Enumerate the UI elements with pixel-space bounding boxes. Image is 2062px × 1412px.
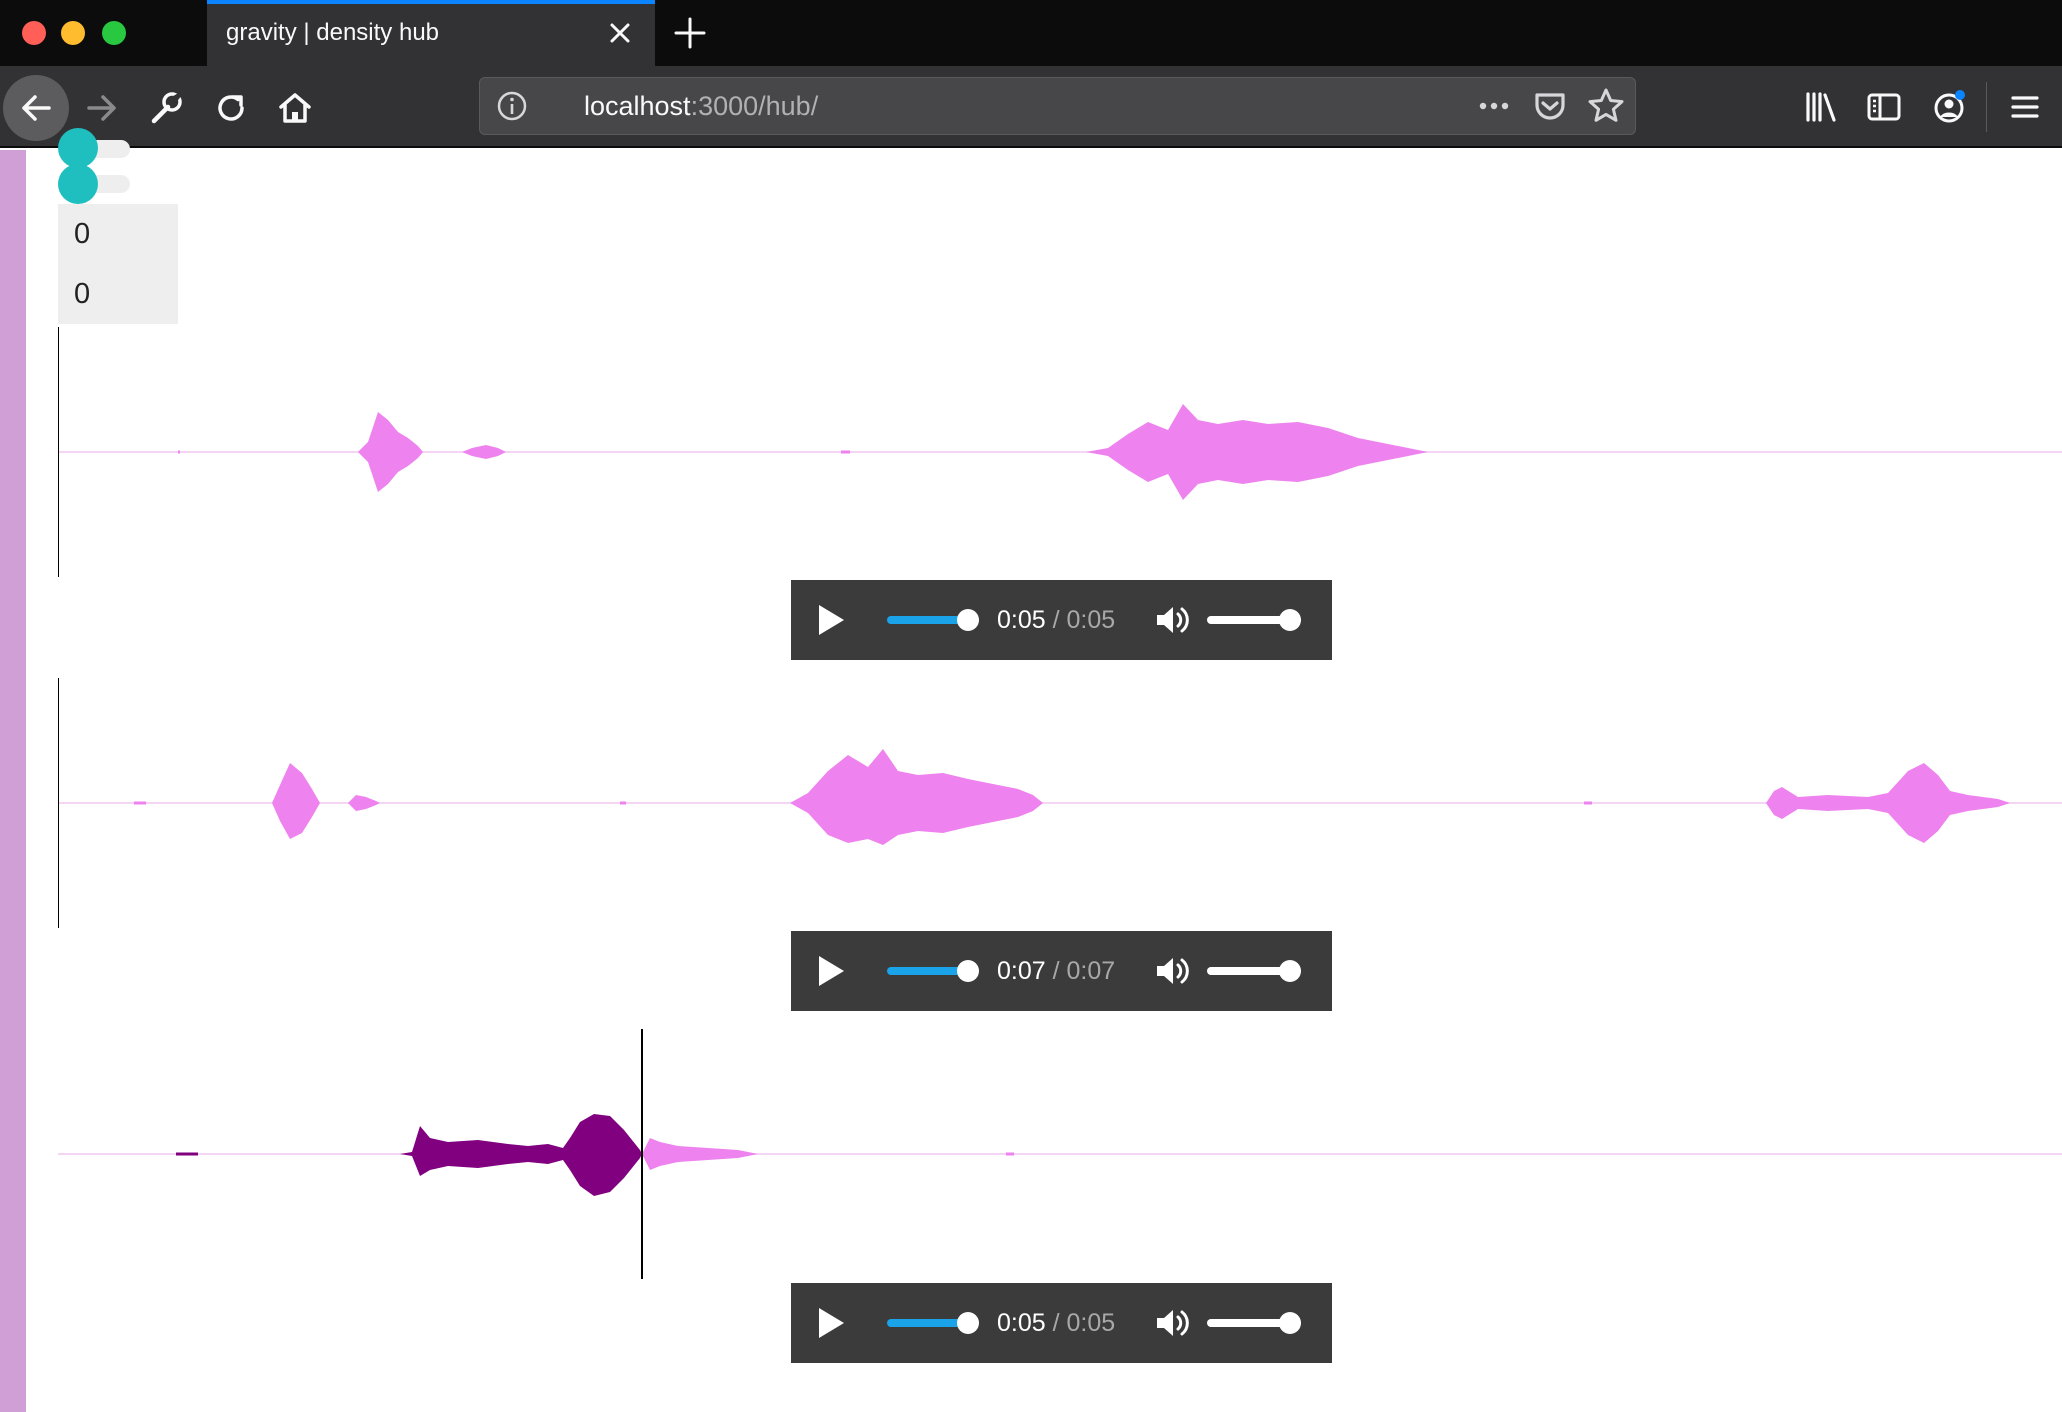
time-display: 0:05 / 0:05 xyxy=(997,604,1115,636)
time-display: 0:07 / 0:07 xyxy=(997,955,1115,987)
toggle-switch-knob[interactable] xyxy=(58,164,98,204)
waveform-burst xyxy=(1086,404,1428,500)
waveform-burst xyxy=(642,1138,758,1170)
waveform-burst xyxy=(462,445,506,459)
waveform-burst-played xyxy=(400,1114,642,1196)
play-icon xyxy=(819,605,844,635)
volume-thumb[interactable] xyxy=(1279,609,1301,631)
waveform-burst xyxy=(348,795,380,811)
new-tab-icon[interactable] xyxy=(671,14,709,52)
seek-thumb[interactable] xyxy=(957,960,979,982)
audio-player-1[interactable]: 0:05 / 0:05 xyxy=(791,580,1332,660)
waveform-burst xyxy=(358,412,423,492)
waveform-track-3[interactable] xyxy=(58,1026,2062,1282)
time-display: 0:05 / 0:05 xyxy=(997,1307,1115,1339)
audio-player-2[interactable]: 0:07 / 0:07 xyxy=(791,931,1332,1011)
play-button[interactable] xyxy=(813,953,849,989)
toolbar-overlap-mask xyxy=(0,66,2062,150)
seek-thumb[interactable] xyxy=(957,609,979,631)
window-zoom-button[interactable] xyxy=(102,21,126,45)
waveform-track-1[interactable] xyxy=(58,324,2062,580)
speaker-icon xyxy=(1157,1310,1189,1336)
speaker-icon xyxy=(1157,958,1189,984)
current-time: 0:05 xyxy=(997,1309,1046,1337)
volume-thumb[interactable] xyxy=(1279,1312,1301,1334)
play-icon xyxy=(819,1308,844,1338)
play-button[interactable] xyxy=(813,602,849,638)
left-accent-bar xyxy=(0,150,26,1412)
tab-close-icon[interactable] xyxy=(603,16,637,50)
current-time: 0:07 xyxy=(997,957,1046,985)
waveform-burst xyxy=(272,763,320,839)
mute-button[interactable] xyxy=(1153,600,1193,640)
duration: 0:07 xyxy=(1066,957,1116,985)
seek-thumb[interactable] xyxy=(957,1312,979,1334)
volume-slider[interactable] xyxy=(1207,960,1305,982)
mute-button[interactable] xyxy=(1153,951,1193,991)
window-close-button[interactable] xyxy=(22,21,46,45)
mute-button[interactable] xyxy=(1153,1303,1193,1343)
duration: 0:05 xyxy=(1066,1309,1116,1337)
time-separator: / xyxy=(1052,606,1060,634)
seek-slider[interactable] xyxy=(887,1312,983,1334)
time-separator: / xyxy=(1052,957,1060,985)
audio-player-3[interactable]: 0:05 / 0:05 xyxy=(791,1283,1332,1363)
play-button[interactable] xyxy=(813,1305,849,1341)
speaker-icon xyxy=(1157,607,1189,633)
duration: 0:05 xyxy=(1066,606,1116,634)
play-icon xyxy=(819,956,844,986)
current-time: 0:05 xyxy=(997,606,1046,634)
counter-value: 0 xyxy=(74,278,91,310)
waveform-burst xyxy=(790,749,1043,845)
seek-slider[interactable] xyxy=(887,609,983,631)
window-minimize-button[interactable] xyxy=(61,21,85,45)
waveform-track-2[interactable] xyxy=(58,675,2062,931)
counter-value: 0 xyxy=(74,218,91,250)
time-separator: / xyxy=(1052,1309,1060,1337)
volume-thumb[interactable] xyxy=(1279,960,1301,982)
volume-slider[interactable] xyxy=(1207,1312,1305,1334)
seek-slider[interactable] xyxy=(887,960,983,982)
waveform-burst xyxy=(1766,763,2010,843)
tab-title: gravity | density hub xyxy=(226,19,440,46)
volume-slider[interactable] xyxy=(1207,609,1305,631)
